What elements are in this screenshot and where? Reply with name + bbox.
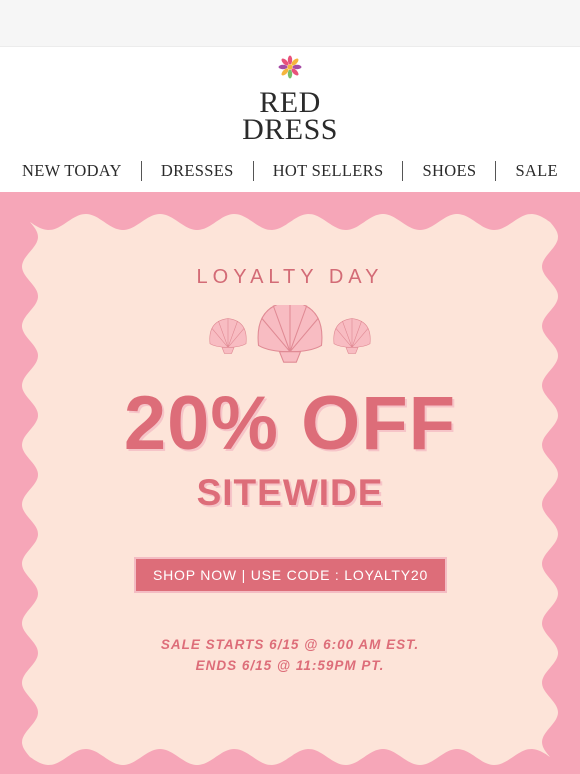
nav-item-sale[interactable]: SALE bbox=[515, 161, 557, 181]
seashell-icon-group bbox=[209, 305, 371, 363]
promo-headline: 20% OFF bbox=[123, 381, 457, 466]
brand-logo[interactable]: RED DRESS bbox=[0, 55, 580, 146]
nav-item-shoes[interactable]: SHOES bbox=[423, 161, 477, 181]
sale-start-text: SALE STARTS 6/15 @ 6:00 AM EST. bbox=[160, 637, 420, 652]
promo-subheadline: SITEWIDE bbox=[196, 472, 384, 513]
sale-end-text: ENDS 6/15 @ 11:59PM PT. bbox=[195, 658, 385, 673]
seashell-icon bbox=[333, 318, 371, 354]
top-bar bbox=[0, 0, 580, 47]
nav-divider bbox=[495, 161, 497, 181]
nav-divider bbox=[252, 161, 254, 181]
sale-dates: SALE STARTS 6/15 @ 6:00 AM EST. ENDS 6/1… bbox=[0, 634, 580, 676]
shop-now-label: SHOP NOW | USE CODE : LOYALTY20 bbox=[152, 567, 429, 583]
seashell-icon bbox=[257, 305, 323, 363]
brand-name-line1: RED bbox=[259, 86, 321, 119]
brand-name-line2: DRESS bbox=[242, 113, 338, 146]
shop-now-button[interactable]: SHOP NOW | USE CODE : LOYALTY20 bbox=[134, 557, 447, 593]
nav-divider bbox=[140, 161, 142, 181]
nav-item-hot-sellers[interactable]: HOT SELLERS bbox=[273, 161, 384, 181]
nav-item-dresses[interactable]: DRESSES bbox=[161, 161, 234, 181]
promo-eyebrow: LOYALTY DAY bbox=[196, 266, 384, 288]
seashell-icon bbox=[209, 318, 247, 354]
nav-divider bbox=[402, 161, 404, 181]
main-nav: NEW TODAY DRESSES HOT SELLERS SHOES SALE bbox=[0, 156, 580, 186]
nav-item-new-today[interactable]: NEW TODAY bbox=[22, 161, 122, 181]
flower-icon bbox=[278, 55, 302, 79]
